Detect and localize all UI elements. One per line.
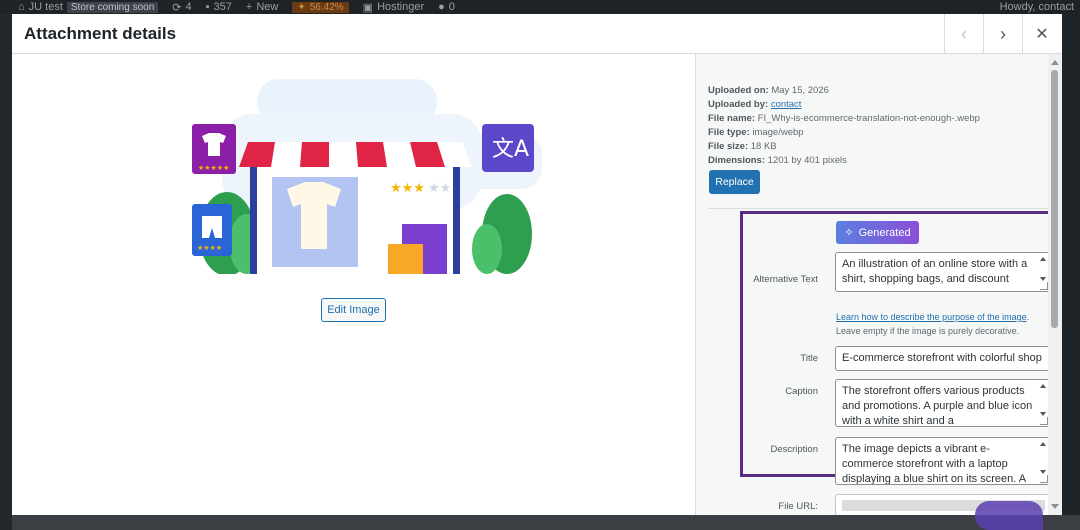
replace-button[interactable]: Replace — [709, 170, 760, 194]
resize-handle[interactable] — [1040, 475, 1048, 483]
next-button[interactable]: › — [983, 14, 1022, 54]
caption-value: The storefront offers various products a… — [842, 385, 1033, 427]
alt-text-label: Alternative Text — [753, 274, 818, 285]
close-button[interactable]: ✕ — [1022, 14, 1061, 54]
caption-field[interactable]: The storefront offers various products a… — [835, 379, 1050, 427]
admin-bar-score[interactable]: ✦ 56.42% — [292, 1, 349, 13]
admin-bar: ⌂ JU test Store coming soon ⟳ 4 ▪ 357 + … — [0, 0, 1080, 14]
scroll-up-icon[interactable] — [1051, 60, 1059, 65]
admin-bar-comments[interactable]: ▪ 357 — [206, 1, 232, 13]
edit-image-button[interactable]: Edit Image — [321, 298, 386, 322]
svg-text:文A: 文A — [492, 137, 529, 162]
admin-bar-greeting[interactable]: Howdy, contact — [1000, 0, 1074, 14]
attachment-modal: Attachment details ‹ › ✕ ★★★ ★★ ★★★★★ ★★… — [12, 14, 1062, 515]
admin-bar-updates[interactable]: ⟳ 4 — [172, 1, 191, 14]
panel-scrollbar[interactable] — [1048, 54, 1062, 515]
dimensions-row: Dimensions: 1201 by 401 pixels — [708, 154, 980, 168]
uploaded-by-link[interactable]: contact — [771, 99, 802, 110]
file-size-label: File size: — [708, 141, 749, 152]
uploaded-on-label: Uploaded on: — [708, 85, 769, 96]
caption-label: Caption — [785, 386, 818, 397]
updates-icon: ⟳ — [172, 1, 182, 14]
updates-count: 4 — [185, 1, 192, 13]
admin-bar-site[interactable]: ⌂ JU test Store coming soon — [18, 1, 159, 13]
modal-header: Attachment details ‹ › ✕ — [12, 14, 1062, 54]
dimensions-value: 1201 by 401 pixels — [767, 155, 847, 166]
file-type-label: File type: — [708, 127, 750, 138]
alt-text-field[interactable]: An illustration of an online store with … — [835, 252, 1050, 292]
svg-text:★★: ★★ — [428, 181, 451, 196]
file-metadata: Uploaded on: May 15, 2026 Uploaded by: c… — [708, 84, 980, 168]
home-icon: ⌂ — [18, 1, 25, 13]
alt-text-help-note: Leave empty if the image is purely decor… — [836, 326, 1020, 336]
description-field[interactable]: The image depicts a vibrant e-commerce s… — [835, 437, 1050, 485]
comment-icon: ▪ — [205, 1, 210, 13]
file-url-label: File URL: — [778, 501, 818, 512]
file-size-row: File size: 18 KB — [708, 140, 980, 154]
notifications-count: 0 — [448, 1, 455, 13]
title-field[interactable]: E-commerce storefront with colorful shop — [835, 346, 1050, 371]
store-badge: Store coming soon — [66, 1, 159, 13]
hostinger-label: Hostinger — [377, 1, 425, 13]
sparkle-icon: ✦ — [297, 1, 306, 13]
scroll-thumb[interactable] — [1051, 70, 1058, 328]
site-name: JU test — [28, 1, 63, 13]
alt-text-help: Learn how to describe the purpose of the… — [836, 310, 1029, 338]
file-name-value: FI_Why-is-ecommerce-translation-not-enou… — [757, 113, 980, 124]
chevron-left-icon: ‹ — [961, 23, 967, 44]
description-value: The image depicts a vibrant e-commerce s… — [842, 443, 1027, 485]
uploaded-on-row: Uploaded on: May 15, 2026 — [708, 84, 980, 98]
chat-widget-button[interactable] — [975, 501, 1043, 530]
close-icon: ✕ — [1035, 26, 1049, 43]
file-size-value: 18 KB — [750, 141, 777, 152]
title-value: E-commerce storefront with colorful shop — [842, 352, 1042, 364]
resize-handle[interactable] — [1040, 282, 1048, 290]
sparkle-icon: ✧ — [844, 227, 854, 239]
alt-text-value: An illustration of an online store with … — [842, 258, 1028, 285]
uploaded-on-value: May 15, 2026 — [771, 85, 829, 96]
uploaded-by-label: Uploaded by: — [708, 99, 769, 110]
divider — [708, 208, 1048, 209]
attachment-details-panel: Uploaded on: May 15, 2026 Uploaded by: c… — [695, 54, 1062, 515]
file-name-row: File name: FI_Why-is-ecommerce-translati… — [708, 112, 980, 126]
admin-sidebar — [0, 14, 12, 530]
file-type-value: image/webp — [752, 127, 804, 138]
svg-text:★★★: ★★★ — [390, 181, 425, 196]
alt-text-help-link[interactable]: Learn how to describe the purpose of the… — [836, 312, 1027, 322]
dimensions-label: Dimensions: — [708, 155, 766, 166]
score-value: 56.42% — [309, 1, 344, 13]
resize-handle[interactable] — [1040, 417, 1048, 425]
description-label: Description — [770, 444, 818, 455]
admin-bar-notifications[interactable]: ● 0 — [438, 1, 455, 13]
previous-button[interactable]: ‹ — [944, 14, 983, 54]
bell-icon: ● — [438, 1, 445, 13]
admin-bar-hostinger[interactable]: ▣ Hostinger — [363, 1, 424, 14]
generated-label: Generated — [858, 226, 911, 239]
help-period: . — [1026, 312, 1030, 322]
page-background — [12, 515, 1080, 530]
generated-button[interactable]: ✧ Generated — [836, 221, 919, 244]
scroll-down-icon[interactable] — [1051, 504, 1059, 509]
file-type-row: File type: image/webp — [708, 126, 980, 140]
image-preview: ★★★ ★★ ★★★★★ ★★★★ 文A Edit Image — [12, 54, 695, 515]
chevron-right-icon: › — [1000, 23, 1006, 44]
uploaded-by-row: Uploaded by: contact — [708, 98, 980, 112]
svg-text:★★★★: ★★★★ — [197, 244, 222, 252]
comments-count: 357 — [213, 1, 232, 13]
svg-text:★★★★★: ★★★★★ — [198, 164, 229, 172]
hostinger-icon: ▣ — [362, 1, 374, 14]
ecommerce-illustration: ★★★ ★★ ★★★★★ ★★★★ 文A — [192, 79, 542, 274]
plus-icon: + — [245, 1, 253, 13]
admin-bar-new[interactable]: + New — [246, 1, 278, 13]
title-label: Title — [800, 353, 818, 364]
modal-title: Attachment details — [24, 24, 177, 43]
file-name-label: File name: — [708, 113, 755, 124]
new-label: New — [256, 1, 279, 13]
